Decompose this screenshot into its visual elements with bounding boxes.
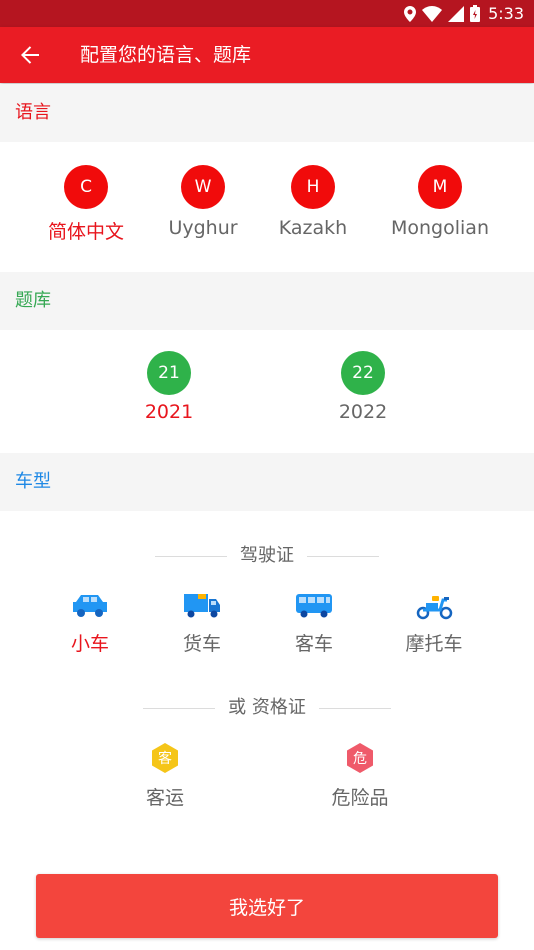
vehicle-label: 小车 bbox=[70, 633, 110, 655]
vehicle-label: 摩托车 bbox=[405, 633, 463, 655]
status-icons: 5:33 bbox=[404, 0, 524, 27]
license-divider-text: 驾驶证 bbox=[240, 545, 294, 566]
cert-badge: 危 bbox=[353, 751, 367, 767]
divider-line bbox=[155, 556, 227, 557]
cert-divider: 或 资格证 bbox=[0, 696, 534, 720]
confirm-button[interactable]: 我选好了 bbox=[36, 874, 498, 938]
license-divider: 驾驶证 bbox=[0, 544, 534, 568]
status-time: 5:33 bbox=[488, 4, 524, 23]
question-bank-badge: 21 bbox=[147, 351, 191, 395]
language-section-header: 语言 bbox=[0, 84, 534, 142]
back-button[interactable] bbox=[14, 39, 46, 71]
question-bank-badge: 22 bbox=[341, 351, 385, 395]
vehicle-label: 货车 bbox=[182, 633, 222, 655]
language-label: Mongolian bbox=[391, 217, 489, 239]
vehicle-section-header: 车型 bbox=[0, 453, 534, 511]
signal-icon bbox=[448, 5, 465, 22]
language-badge: W bbox=[181, 165, 225, 209]
language-label: Kazakh bbox=[278, 217, 348, 239]
cert-label: 危险品 bbox=[331, 787, 389, 809]
truck-icon bbox=[184, 594, 220, 618]
divider-line bbox=[143, 708, 215, 709]
bus-icon bbox=[296, 594, 332, 618]
question-bank-section-header: 题库 bbox=[0, 272, 534, 330]
language-badge: M bbox=[418, 165, 462, 209]
cert-label: 客运 bbox=[145, 787, 185, 809]
question-bank-label: 2022 bbox=[338, 401, 388, 423]
battery-icon bbox=[470, 5, 481, 22]
status-bar: 5:33 bbox=[0, 0, 534, 27]
wifi-icon bbox=[422, 5, 443, 22]
arrow-left-icon bbox=[21, 46, 39, 64]
language-label: 简体中文 bbox=[47, 221, 125, 243]
divider-line bbox=[307, 556, 379, 557]
scooter-icon bbox=[416, 596, 453, 620]
language-badge: C bbox=[64, 165, 108, 209]
app-bar: 配置您的语言、题库 bbox=[0, 27, 534, 83]
car-icon bbox=[73, 595, 107, 617]
location-icon bbox=[404, 5, 417, 22]
divider-line bbox=[319, 708, 391, 709]
cert-badge: 客 bbox=[158, 751, 172, 767]
page-title: 配置您的语言、题库 bbox=[80, 44, 252, 66]
cert-divider-text: 或 资格证 bbox=[228, 697, 306, 718]
language-badge: H bbox=[291, 165, 335, 209]
question-bank-label: 2021 bbox=[144, 401, 194, 423]
language-label: Uyghur bbox=[168, 217, 238, 239]
vehicle-label: 客车 bbox=[294, 633, 334, 655]
